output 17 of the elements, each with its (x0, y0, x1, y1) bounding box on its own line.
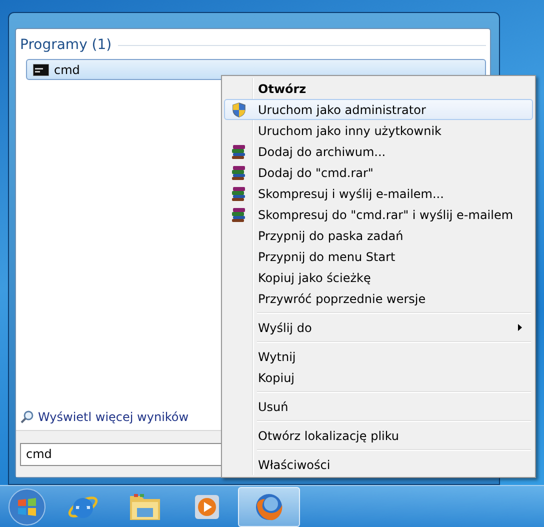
menu-item[interactable]: Uruchom jako administrator (224, 99, 533, 120)
menu-item[interactable]: Skompresuj do "cmd.rar" i wyślij e-mailem (224, 204, 533, 225)
menu-item[interactable]: Kopiuj (224, 367, 533, 388)
menu-item[interactable]: Przypnij do paska zadań (224, 225, 533, 246)
menu-item[interactable]: Otwórz (224, 78, 533, 99)
section-title: Programy (1) (20, 37, 112, 53)
menu-item[interactable]: Kopiuj jako ścieżkę (224, 267, 533, 288)
menu-item[interactable]: Przypnij do menu Start (224, 246, 533, 267)
menu-item[interactable]: Przywróć poprzednie wersje (224, 288, 533, 309)
menu-item[interactable]: Usuń (224, 396, 533, 417)
menu-item[interactable]: Uruchom jako inny użytkownik (224, 120, 533, 141)
menu-item[interactable]: Dodaj do archiwum... (224, 141, 533, 162)
menu-item[interactable]: Dodaj do "cmd.rar" (224, 162, 533, 183)
menu-item[interactable]: Wyślij do (224, 317, 533, 338)
menu-item[interactable]: Skompresuj i wyślij e-mailem... (224, 183, 533, 204)
menu-item[interactable]: Wytnij (224, 346, 533, 367)
more-results-link[interactable]: Wyświetl więcej wyników (20, 410, 189, 424)
